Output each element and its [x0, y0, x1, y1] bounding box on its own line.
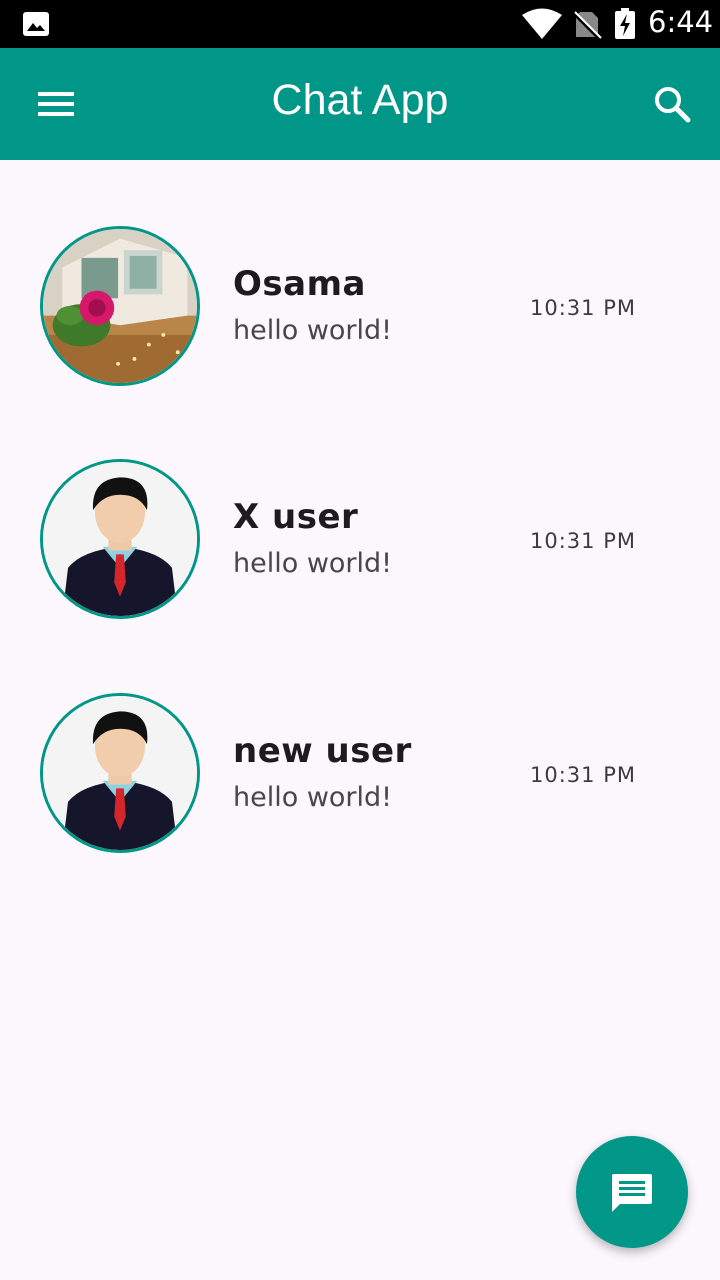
chat-time: 10:31 PM: [530, 296, 636, 320]
photo-flowers-book-avatar: [43, 229, 197, 383]
chat-time: 10:31 PM: [530, 529, 636, 553]
default-businessman-avatar: [43, 696, 197, 850]
status-time: 6:44: [648, 5, 714, 39]
chat-item-new-user[interactable]: new user hello world! 10:31 PM: [0, 627, 720, 853]
battery-charging-icon: [614, 8, 636, 40]
app-bar: Chat App: [0, 48, 720, 160]
chat-name: new user: [233, 731, 412, 771]
default-businessman-avatar: [43, 462, 197, 616]
app-title: Chat App: [271, 76, 449, 124]
chat-last-message: hello world!: [233, 548, 392, 579]
avatar: [40, 459, 200, 619]
search-icon[interactable]: [650, 82, 694, 126]
new-chat-button[interactable]: [576, 1136, 688, 1248]
chat-item-osama[interactable]: Osama hello world! 10:31 PM: [0, 160, 720, 386]
chat-item-x-user[interactable]: X user hello world! 10:31 PM: [0, 393, 720, 619]
chat-app-screen: 6:44 Chat App Osama hello world! 10:31 P…: [0, 0, 720, 1280]
wifi-icon: [522, 8, 562, 40]
chat-last-message: hello world!: [233, 315, 392, 346]
avatar: [40, 693, 200, 853]
chat-name: X user: [233, 497, 359, 537]
gallery-notification-icon: [22, 10, 50, 38]
status-bar: 6:44: [0, 0, 720, 48]
chat-name: Osama: [233, 264, 366, 304]
no-sim-icon: [572, 10, 602, 41]
chat-time: 10:31 PM: [530, 763, 636, 787]
chat-last-message: hello world!: [233, 782, 392, 813]
avatar: [40, 226, 200, 386]
chat-message-icon: [612, 1174, 652, 1212]
